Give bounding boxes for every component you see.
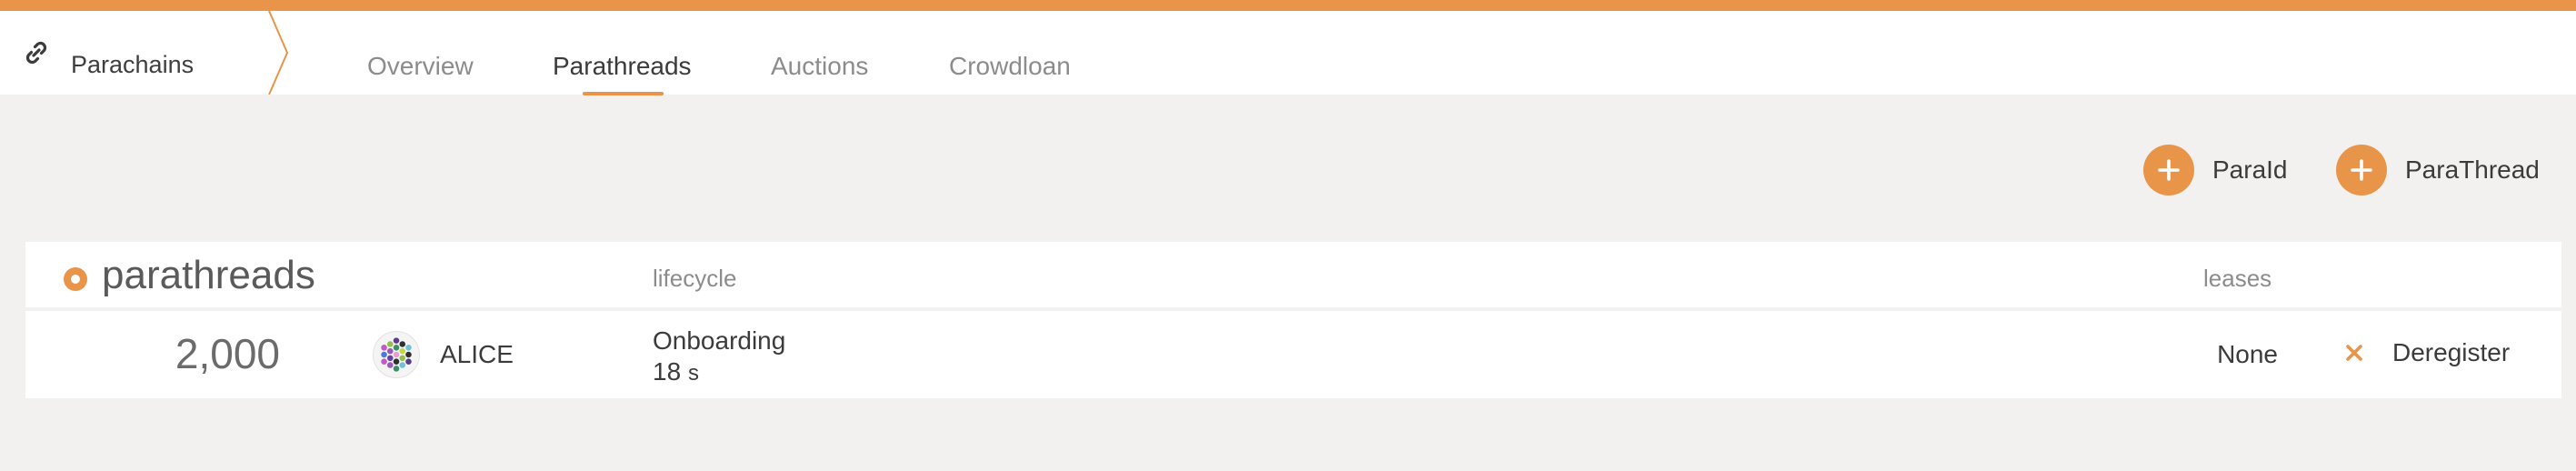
tab-crowdloan[interactable]: Crowdloan [949,52,1071,81]
account-name[interactable]: ALICE [440,340,514,369]
status-dot-icon [64,267,87,291]
lifecycle-status: Onboarding [653,326,786,355]
close-icon [2346,345,2362,361]
add-parathread-label: ParaThread [2405,155,2540,184]
deregister-label: Deregister [2392,338,2511,366]
tab-auctions[interactable]: Auctions [771,52,868,81]
countdown-value: 18 [653,357,682,386]
active-tab-indicator [583,92,664,95]
plus-icon [2143,145,2194,195]
add-paraid-label: ParaId [2212,155,2288,184]
table-row: 2,000 ALICE Onboarding 18 s None Deregis… [25,311,2561,398]
identicon-avatar[interactable] [373,331,420,378]
add-parathread-button[interactable]: ParaThread [2336,144,2540,196]
countdown-unit: s [687,361,699,386]
table-header: parathreads lifecycle leases [25,242,2561,311]
column-lifecycle: lifecycle [653,265,737,292]
deregister-button[interactable]: Deregister [2343,338,2510,367]
top-nav: Parachains Overview Parathreads Auctions… [0,11,2576,95]
accent-bar [0,0,2576,11]
plus-icon [2336,145,2387,195]
para-id: 2,000 [175,330,280,377]
link-icon [25,41,47,65]
parathreads-table: parathreads lifecycle leases 2,000 ALICE… [25,242,2561,398]
leases-value: None [2217,340,2278,368]
breadcrumb-separator [268,11,289,95]
section-selector[interactable]: Parachains [0,11,291,95]
lifecycle-countdown: 18 s [653,356,785,389]
tab-parathreads[interactable]: Parathreads [553,52,692,81]
add-paraid-button[interactable]: ParaId [2143,144,2288,196]
lifecycle-cell: Onboarding 18 s [653,326,785,389]
section-title: Parachains [71,51,195,78]
column-leases: leases [2203,265,2272,292]
table-title: parathreads [102,253,315,297]
tab-overview[interactable]: Overview [367,52,474,81]
